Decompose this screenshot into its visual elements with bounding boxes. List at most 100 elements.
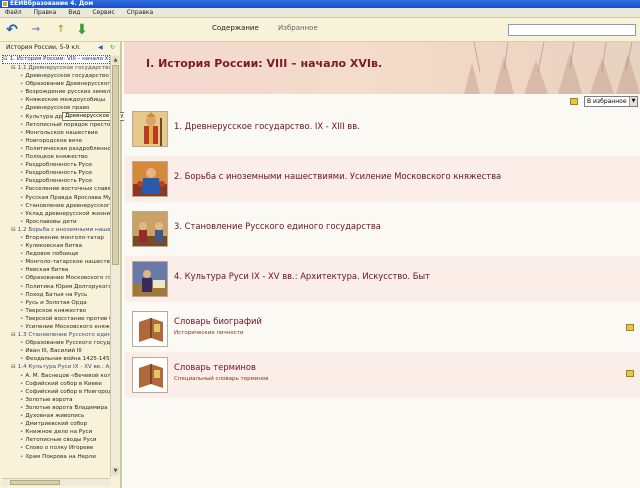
tree-item[interactable]: •Становление древнерусского государства — [2, 202, 110, 210]
tree-item[interactable]: •Образование Древнерусского государства — [2, 80, 110, 88]
menu-item-tools[interactable]: Сервис — [87, 8, 119, 18]
tree-item[interactable]: ⊟1.1 Древнерусское государство IX - XIII… — [2, 64, 110, 72]
tree-item[interactable]: •Русская Правда Ярослава Мудрого — [2, 194, 110, 202]
content-item[interactable]: 3. Становление Русского единого государс… — [124, 206, 640, 252]
bullet-icon: • — [20, 243, 24, 250]
tree-item[interactable]: •Летописный порядок престолонаследия — [2, 121, 110, 129]
sidebar-sync-icon[interactable]: ↻ — [110, 45, 116, 51]
content-item[interactable]: 4. Культура Руси IX - XV вв.: Архитектур… — [124, 256, 640, 302]
menu-item-view[interactable]: Вид — [63, 8, 85, 18]
arrow-up-icon[interactable]: ↑ — [53, 22, 69, 38]
tree-item[interactable]: • Ярославовы дети — [2, 218, 110, 226]
tree-item[interactable]: • Княжеские междоусобицы — [2, 96, 110, 104]
tree-item[interactable]: • Куликовская битва — [2, 242, 110, 250]
bullet-icon: • — [20, 267, 24, 274]
content-item[interactable]: 1. Древнерусское государство. IX - XIII … — [124, 106, 640, 152]
bullet-icon: • — [20, 113, 24, 120]
tree-item[interactable]: • Золотые ворота Владимира — [2, 404, 110, 412]
illustration-thumbnail[interactable] — [132, 261, 168, 297]
scroll-thumb[interactable] — [112, 65, 119, 265]
tab-favorites[interactable]: Избранное — [278, 24, 318, 32]
tab-contents[interactable]: Содержание — [212, 24, 259, 32]
tree-item[interactable]: • Раздробленность Руси — [2, 169, 110, 177]
tree-item[interactable]: • Раздробленность Руси — [2, 161, 110, 169]
content-item[interactable]: Словарь биографий Исторические личности — [124, 306, 640, 352]
book-icon[interactable] — [132, 311, 168, 347]
collapse-icon: ⊟ — [11, 226, 16, 233]
illustration-thumbnail[interactable] — [132, 161, 168, 197]
tree-item[interactable]: •Тверской восстание против Орды — [2, 315, 110, 323]
tree-item[interactable]: • Ледовое побоище — [2, 250, 110, 258]
tree-item[interactable]: • Тверское княжество — [2, 307, 110, 315]
tree-item[interactable]: • Невская битва — [2, 266, 110, 274]
content-item-link[interactable]: 2. Борьба с иноземными нашествиями. Усил… — [174, 171, 501, 181]
collapse-icon: ⊟ — [3, 56, 8, 62]
tree-item[interactable]: • Феодальная война 1425-1453 — [2, 355, 110, 363]
tree-item[interactable]: •Образование Московского государства — [2, 274, 110, 282]
tree-item[interactable]: • Раздробленность Руси — [2, 177, 110, 185]
tree-item[interactable]: • Политика Юрия Долгорукого — [2, 283, 110, 291]
content-item[interactable]: 2. Борьба с иноземными нашествиями. Усил… — [124, 156, 640, 202]
arrow-down-icon[interactable]: ⬇ — [74, 22, 90, 38]
tree-item[interactable]: • Храм Покрова на Нерли — [2, 453, 110, 461]
tree-item[interactable]: • Софийский собор в Киеве — [2, 380, 110, 388]
tree-item[interactable]: • Уклад древнерусской жизни — [2, 210, 110, 218]
content-item-link[interactable]: 4. Культура Руси IX - XV вв.: Архитектур… — [174, 271, 430, 281]
tree-item[interactable]: • Расселение восточных славян — [2, 185, 110, 193]
search-input[interactable] — [508, 24, 636, 36]
content-item-link[interactable]: 1. Древнерусское государство. IX - XIII … — [174, 121, 360, 131]
tree-item[interactable]: •Политическая раздробленность — [2, 145, 110, 153]
tree-item[interactable]: •Усиление Московского княжества — [2, 323, 110, 331]
tree-item[interactable]: •Образование Русского государства — [2, 339, 110, 347]
tree-item[interactable]: • Слово о полку Игореве — [2, 444, 110, 452]
tree-item-label: Уклад древнерусской жизни — [25, 210, 110, 217]
illustration-thumbnail[interactable] — [132, 211, 168, 247]
tree-item[interactable]: • Книжное дело на Руси — [2, 428, 110, 436]
scroll-down-icon[interactable]: ▼ — [112, 467, 119, 475]
tree-item[interactable]: ⊟1.4 Культура Руси IX - XV вв.: Архитект… — [2, 363, 110, 371]
back-icon[interactable]: ↶ — [4, 22, 20, 38]
menu-item-edit[interactable]: Правка — [29, 8, 62, 18]
illustration-thumbnail[interactable] — [132, 111, 168, 147]
tree-item[interactable]: • Духовная живопись — [2, 412, 110, 420]
tree-item[interactable]: •А. М. Васнецов «Вечевой колокол» — [2, 372, 110, 380]
page-banner: I. История России: VIII – начало XVIв. — [124, 42, 640, 94]
tree-item[interactable]: • Золотые ворота — [2, 396, 110, 404]
sidebar-back-icon[interactable]: ◀ — [98, 45, 104, 51]
tree-item[interactable]: • Новгородское вече — [2, 137, 110, 145]
favorite-icon[interactable] — [570, 98, 578, 105]
sidebar-horizontal-scrollbar[interactable] — [2, 478, 110, 486]
favorite-icon[interactable] — [626, 370, 634, 377]
tree-item[interactable]: ⊟ 1. История России: VIII – начало XVI в. — [2, 55, 110, 64]
tree-item[interactable]: • Возрождение русских земель — [2, 88, 110, 96]
tree-item[interactable]: • Русь и Золотая Орда — [2, 299, 110, 307]
sidebar-vertical-scrollbar[interactable]: ▲ ▼ — [110, 55, 120, 477]
tree-item[interactable]: ⊟1.3 Становление Русского единого госуда… — [2, 331, 110, 339]
tree-item[interactable]: • Поход Батыя на Русь — [2, 291, 110, 299]
content-item-link[interactable]: 3. Становление Русского единого государс… — [174, 221, 381, 231]
bullet-icon: • — [20, 97, 24, 104]
tree-item[interactable]: • Дмитриевский собор — [2, 420, 110, 428]
tree-item[interactable]: • Полоцкое княжество — [2, 153, 110, 161]
chevron-down-icon[interactable]: ▼ — [629, 97, 637, 106]
hscroll-thumb[interactable] — [10, 480, 60, 485]
tree-item[interactable]: • Иван III, Василий III — [2, 347, 110, 355]
content-item-link[interactable]: Словарь биографий — [174, 316, 262, 326]
tree-item[interactable]: • Вторжение монголо-татар — [2, 234, 110, 242]
favorite-icon[interactable] — [626, 324, 634, 331]
menu-item-file[interactable]: Файл — [0, 8, 27, 18]
book-icon[interactable] — [132, 357, 168, 393]
scroll-up-icon[interactable]: ▲ — [112, 56, 119, 64]
content-item-link[interactable]: Словарь терминов — [174, 362, 256, 372]
tree-item[interactable]: ⊟1.2 Борьба с иноземными нашествиями — [2, 226, 110, 234]
tree-item[interactable]: • Древнерусское государство — [2, 72, 110, 80]
tree-item[interactable]: • Монголо-татарское нашествие — [2, 258, 110, 266]
tree-item[interactable]: • Летописные своды Руси — [2, 436, 110, 444]
tree-item[interactable]: • Монгольское нашествие — [2, 129, 110, 137]
menu-item-help[interactable]: Справка — [122, 8, 158, 18]
tree-item[interactable]: • Софийский собор в Новгороде — [2, 388, 110, 396]
forward-icon[interactable]: → — [28, 22, 44, 38]
window-title: ЕЕИВбразование 4. Дом — [10, 0, 94, 7]
content-item[interactable]: Словарь терминов Специальный словарь терм… — [124, 352, 640, 398]
tree-item-label: Софийский собор в Киеве — [25, 380, 102, 387]
